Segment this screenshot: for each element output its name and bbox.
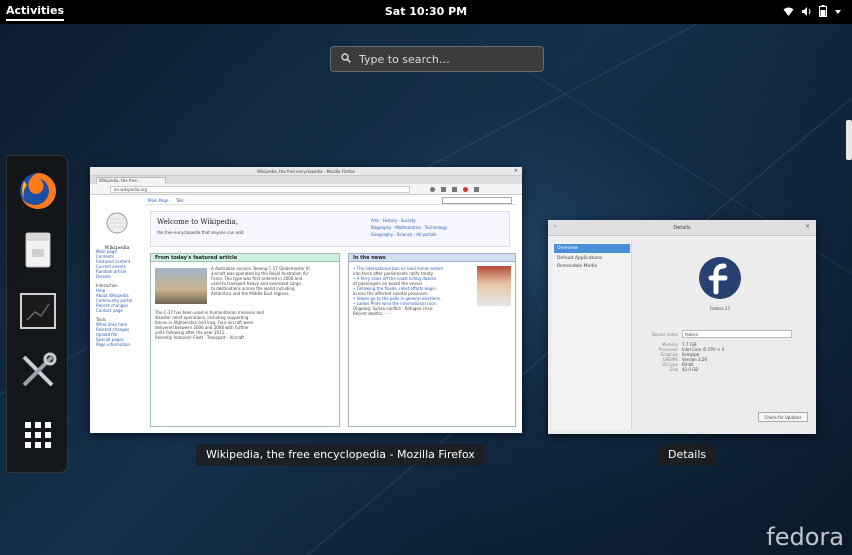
- addon-icon[interactable]: [463, 187, 468, 192]
- workspace-thumbnail[interactable]: [846, 120, 852, 160]
- volume-icon: [801, 6, 812, 21]
- featured-article: A Australian service, Boeing C-17 Globem…: [150, 262, 340, 427]
- page-tabs: Main Page Talk: [146, 197, 516, 205]
- window-titlebar: ‹ Details ×: [548, 220, 816, 236]
- device-name-field[interactable]: fedora: [682, 330, 792, 338]
- download-icon[interactable]: [441, 187, 446, 192]
- screenshot-icon[interactable]: [15, 288, 61, 334]
- close-icon[interactable]: ×: [514, 167, 518, 176]
- firefox-window-caption[interactable]: Wikipedia, the free encyclopedia - Mozil…: [196, 444, 485, 466]
- fedora-logo: [698, 256, 742, 300]
- close-icon[interactable]: ×: [805, 223, 810, 230]
- webpage-content: Wikipedia Main page Contents Featured cont…: [90, 195, 522, 433]
- window-title: Details: [673, 225, 691, 231]
- news-image: [477, 266, 511, 306]
- news-section: • The international ban on land mines en…: [348, 262, 516, 427]
- featured-header: From today's featured article: [150, 253, 340, 262]
- tab-wikipedia[interactable]: Wikipedia, the free...: [96, 177, 166, 184]
- settings-tools-icon[interactable]: [15, 348, 61, 394]
- menu-icon[interactable]: [474, 187, 479, 192]
- url-bar[interactable]: en.wikipedia.org: [110, 186, 410, 193]
- window-titlebar: Wikipedia, the free encyclopedia - Mozil…: [90, 167, 522, 176]
- show-apps-icon[interactable]: [15, 412, 61, 458]
- details-info: Device name fedora Memory 7.7 GiB Process…: [648, 330, 808, 372]
- firefox-icon[interactable]: [15, 168, 61, 214]
- sidebar-item-removable-media[interactable]: Removable Media: [557, 264, 597, 269]
- os-name: Fedora 27: [710, 306, 730, 311]
- welcome-heading: Welcome to Wikipedia,: [157, 218, 238, 226]
- details-window[interactable]: ‹ Details × Overview Default Application…: [548, 220, 816, 434]
- back-icon[interactable]: ‹: [554, 223, 556, 230]
- search-icon: [341, 52, 351, 66]
- network-icon: [783, 6, 794, 21]
- files-icon[interactable]: [15, 226, 61, 272]
- toolbar-icons: [430, 187, 510, 192]
- top-bar: Activities Sat 10:30 PM: [0, 0, 852, 24]
- sidebar-item-default-applications[interactable]: Default Applications: [557, 256, 602, 261]
- check-updates-button[interactable]: Check for Updates: [758, 412, 808, 422]
- wikipedia-logo: Wikipedia: [96, 211, 138, 251]
- battery-icon: [819, 5, 827, 21]
- desktop-background: Activities Sat 10:30 PM Type to search… …: [0, 0, 852, 555]
- home-icon[interactable]: [452, 187, 457, 192]
- window-title: Wikipedia, the free encyclopedia - Mozil…: [257, 169, 355, 174]
- fedora-watermark: fedora: [766, 523, 844, 551]
- welcome-banner: Welcome to Wikipedia, the free encyclope…: [150, 211, 510, 247]
- clock[interactable]: Sat 10:30 PM: [0, 5, 852, 18]
- tab-bar: Wikipedia, the free...: [90, 176, 522, 184]
- news-header: In the news: [348, 253, 516, 262]
- search-input[interactable]: [359, 52, 529, 66]
- featured-image: [155, 268, 207, 304]
- wiki-search-field[interactable]: [442, 197, 512, 204]
- bookmark-icon[interactable]: [430, 187, 435, 192]
- nav-toolbar: en.wikipedia.org: [90, 184, 522, 195]
- dash: [6, 155, 68, 473]
- firefox-window[interactable]: Wikipedia, the free encyclopedia - Mozil…: [90, 167, 522, 433]
- power-menu-icon: [834, 6, 842, 20]
- left-nav: Main page Contents Featured content Curren…: [96, 249, 133, 347]
- details-sidebar: Overview Default Applications Removable …: [552, 242, 632, 430]
- search-box[interactable]: [330, 46, 544, 72]
- details-window-caption[interactable]: Details: [658, 444, 717, 466]
- sidebar-item-overview[interactable]: Overview: [554, 244, 630, 253]
- system-tray[interactable]: [783, 5, 842, 21]
